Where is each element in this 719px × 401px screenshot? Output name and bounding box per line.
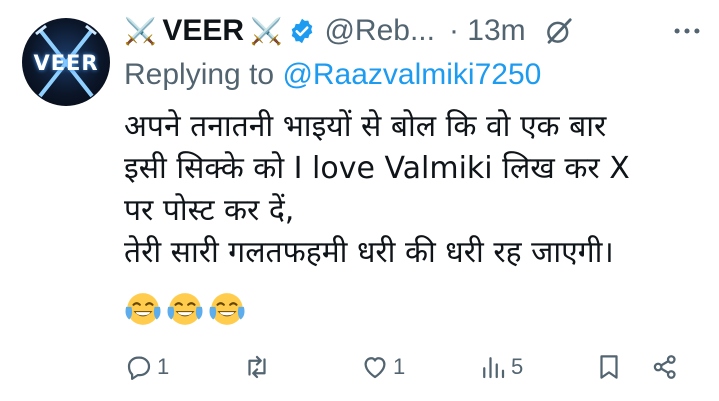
face-with-tears-of-joy-icon	[209, 293, 245, 325]
like-count: 1	[393, 354, 406, 379]
swords-emoji: ⚔️	[250, 16, 283, 46]
reply-count: 1	[157, 354, 170, 379]
author-handle[interactable]: @Reb...	[324, 14, 435, 48]
like-button[interactable]: 1	[360, 344, 405, 390]
repost-icon	[248, 355, 266, 379]
display-name[interactable]: VEER	[162, 14, 244, 48]
repost-button[interactable]	[242, 344, 275, 390]
like-icon	[364, 357, 386, 379]
share-icon	[653, 355, 676, 379]
avatar[interactable]: VEER	[22, 18, 110, 106]
tweet-header: ⚔️ VEER ⚔️ @Reb... · 13m	[124, 10, 704, 52]
emoji-row	[124, 290, 246, 328]
grok-icon[interactable]	[544, 16, 574, 46]
views-button[interactable]: 5	[478, 344, 523, 390]
replying-to-prefix: Replying to	[124, 58, 275, 91]
verified-badge-icon[interactable]	[288, 17, 316, 45]
bookmark-button[interactable]	[594, 344, 624, 390]
timestamp[interactable]: · 13m	[449, 14, 526, 48]
avatar-label: VEER	[33, 51, 99, 75]
reply-icon	[127, 356, 151, 380]
action-bar: 1 1 5	[124, 344, 704, 390]
face-with-tears-of-joy-icon	[125, 293, 161, 325]
views-icon	[483, 357, 505, 379]
swords-emoji: ⚔️	[124, 16, 157, 46]
face-with-tears-of-joy-icon	[167, 293, 203, 325]
reply-button[interactable]: 1	[124, 344, 169, 390]
views-count: 5	[511, 354, 524, 379]
replying-to-handle-link[interactable]: @Raazvalmiki7250	[282, 58, 541, 91]
more-icon[interactable]	[670, 14, 704, 48]
bookmark-icon	[600, 355, 618, 379]
replying-to: Replying to @Raazvalmiki7250	[124, 58, 541, 92]
share-button[interactable]	[650, 344, 680, 390]
tweet-text: अपने तनातनी भाइयों से बोल कि वो एक बार इ…	[124, 109, 630, 270]
